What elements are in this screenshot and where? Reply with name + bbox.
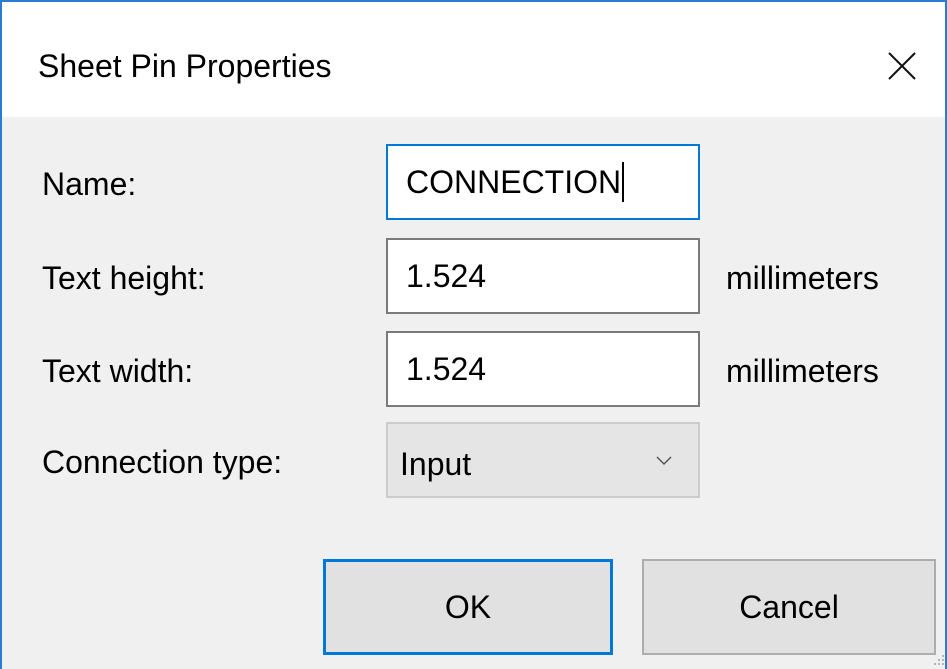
- text-width-label: Text width:: [42, 353, 194, 389]
- text-width-units: millimeters: [726, 353, 879, 389]
- ok-button[interactable]: OK: [323, 559, 613, 655]
- dialog-title: Sheet Pin Properties: [38, 48, 332, 84]
- text-height-input[interactable]: 1.524: [386, 238, 700, 314]
- chevron-down-icon: [656, 456, 672, 466]
- connection-type-label: Connection type:: [42, 444, 283, 480]
- text-width-input[interactable]: 1.524: [386, 331, 700, 407]
- text-width-input-value: 1.524: [406, 351, 487, 387]
- connection-type-selected: Input: [400, 446, 472, 482]
- name-label: Name:: [42, 166, 137, 202]
- close-button[interactable]: [872, 36, 932, 96]
- resize-grip-icon[interactable]: [934, 654, 945, 669]
- connection-type-select[interactable]: Input: [386, 422, 700, 498]
- name-input-value: CONNECTION: [406, 164, 622, 200]
- sheet-pin-properties-dialog: Sheet Pin Properties Name: CONNECTION Te…: [0, 0, 947, 669]
- text-height-label: Text height:: [42, 260, 206, 296]
- close-icon: [888, 52, 916, 80]
- cancel-button[interactable]: Cancel: [642, 559, 936, 655]
- text-height-input-value: 1.524: [406, 258, 487, 294]
- title-bar: Sheet Pin Properties: [2, 2, 945, 117]
- name-input[interactable]: CONNECTION: [386, 144, 700, 220]
- text-height-units: millimeters: [726, 260, 879, 296]
- text-caret: [622, 161, 625, 202]
